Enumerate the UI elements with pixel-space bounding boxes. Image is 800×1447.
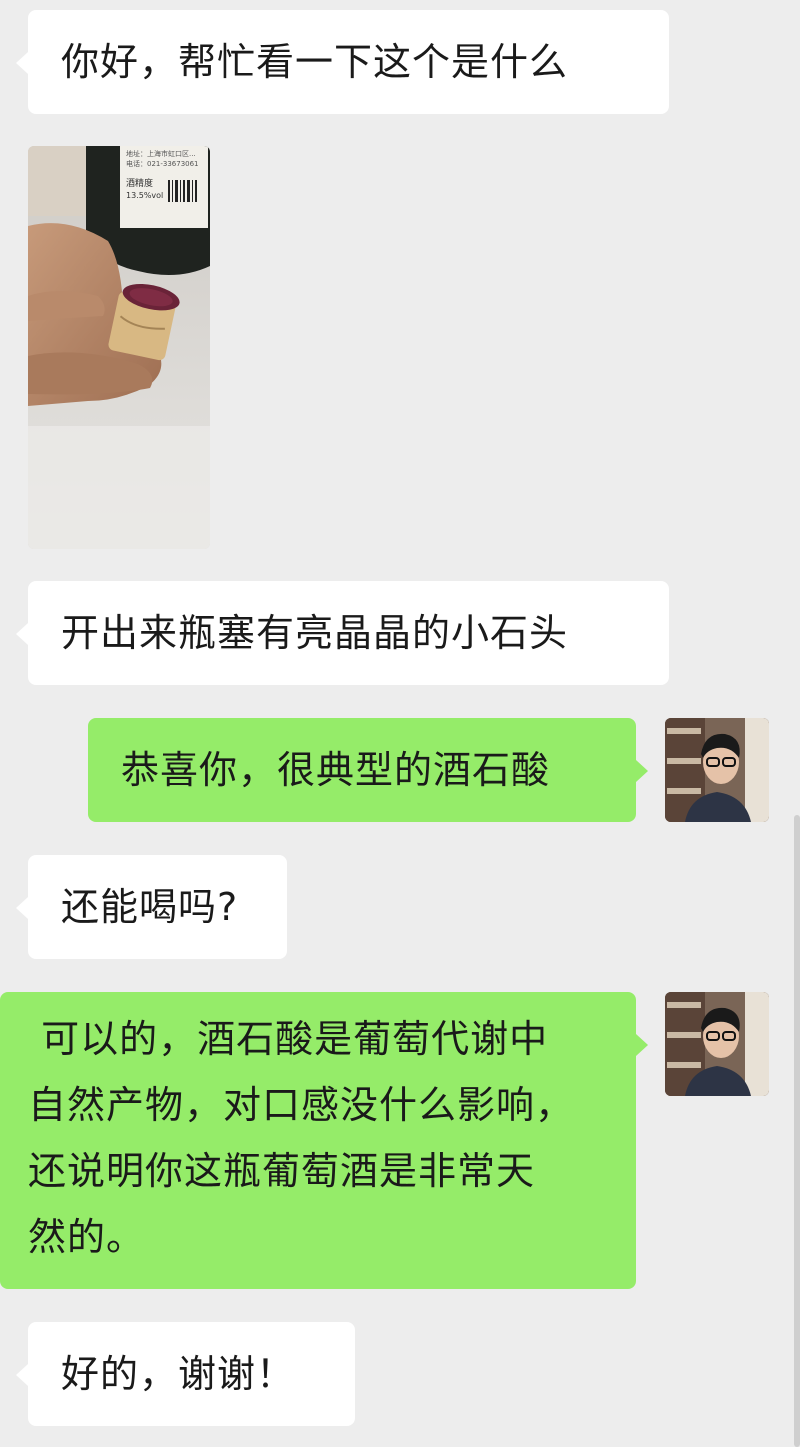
message-bubble-incoming[interactable]: 好的，谢谢！ xyxy=(16,1322,355,1426)
svg-text:电话：021-33673061: 电话：021-33673061 xyxy=(126,159,199,168)
message-bubble-incoming[interactable]: 开出来瓶塞有亮晶晶的小石头 xyxy=(16,581,669,685)
message-text-line: 自然产物，对口感没什么影响， xyxy=(28,1083,575,1127)
svg-text:13.5%vol: 13.5%vol xyxy=(126,191,163,200)
user-avatar[interactable] xyxy=(665,992,769,1096)
message-text-line: 还说明你这瓶葡萄酒是非常天 xyxy=(28,1149,536,1193)
scrollbar[interactable] xyxy=(794,815,800,1447)
message-text: 好的，谢谢！ xyxy=(61,1352,296,1396)
message-text: 开出来瓶塞有亮晶晶的小石头 xyxy=(61,611,569,655)
message-bubble-incoming[interactable]: 你好，帮忙看一下这个是什么 xyxy=(16,10,669,114)
svg-text:酒精度: 酒精度 xyxy=(126,177,153,189)
message-text: 恭喜你，很典型的酒石酸 xyxy=(121,748,551,792)
avatar-icon xyxy=(665,718,769,822)
svg-text:地址：上海市虹口区...: 地址：上海市虹口区... xyxy=(126,149,196,158)
message-text-line: 可以的，酒石酸是葡萄代谢中 xyxy=(28,1017,549,1061)
user-avatar[interactable] xyxy=(665,718,769,822)
chat-photo-wine-cork[interactable]: 地址：上海市虹口区... 电话：021-33673061 酒精度 13.5%vo… xyxy=(28,146,210,549)
message-bubble-outgoing[interactable]: 恭喜你，很典型的酒石酸 xyxy=(88,718,648,822)
message-bubble-incoming[interactable]: 还能喝吗? xyxy=(16,855,287,959)
message-text: 你好，帮忙看一下这个是什么 xyxy=(61,40,569,84)
message-text-line: 然的。 xyxy=(28,1215,146,1259)
message-bubble-outgoing[interactable]: 可以的，酒石酸是葡萄代谢中 自然产物，对口感没什么影响， 还说明你这瓶葡萄酒是非… xyxy=(0,992,648,1289)
message-text: 还能喝吗? xyxy=(61,885,239,929)
photo-wine-cork-icon: 地址：上海市虹口区... 电话：021-33673061 酒精度 13.5%vo… xyxy=(28,146,210,549)
avatar-icon xyxy=(665,992,769,1096)
